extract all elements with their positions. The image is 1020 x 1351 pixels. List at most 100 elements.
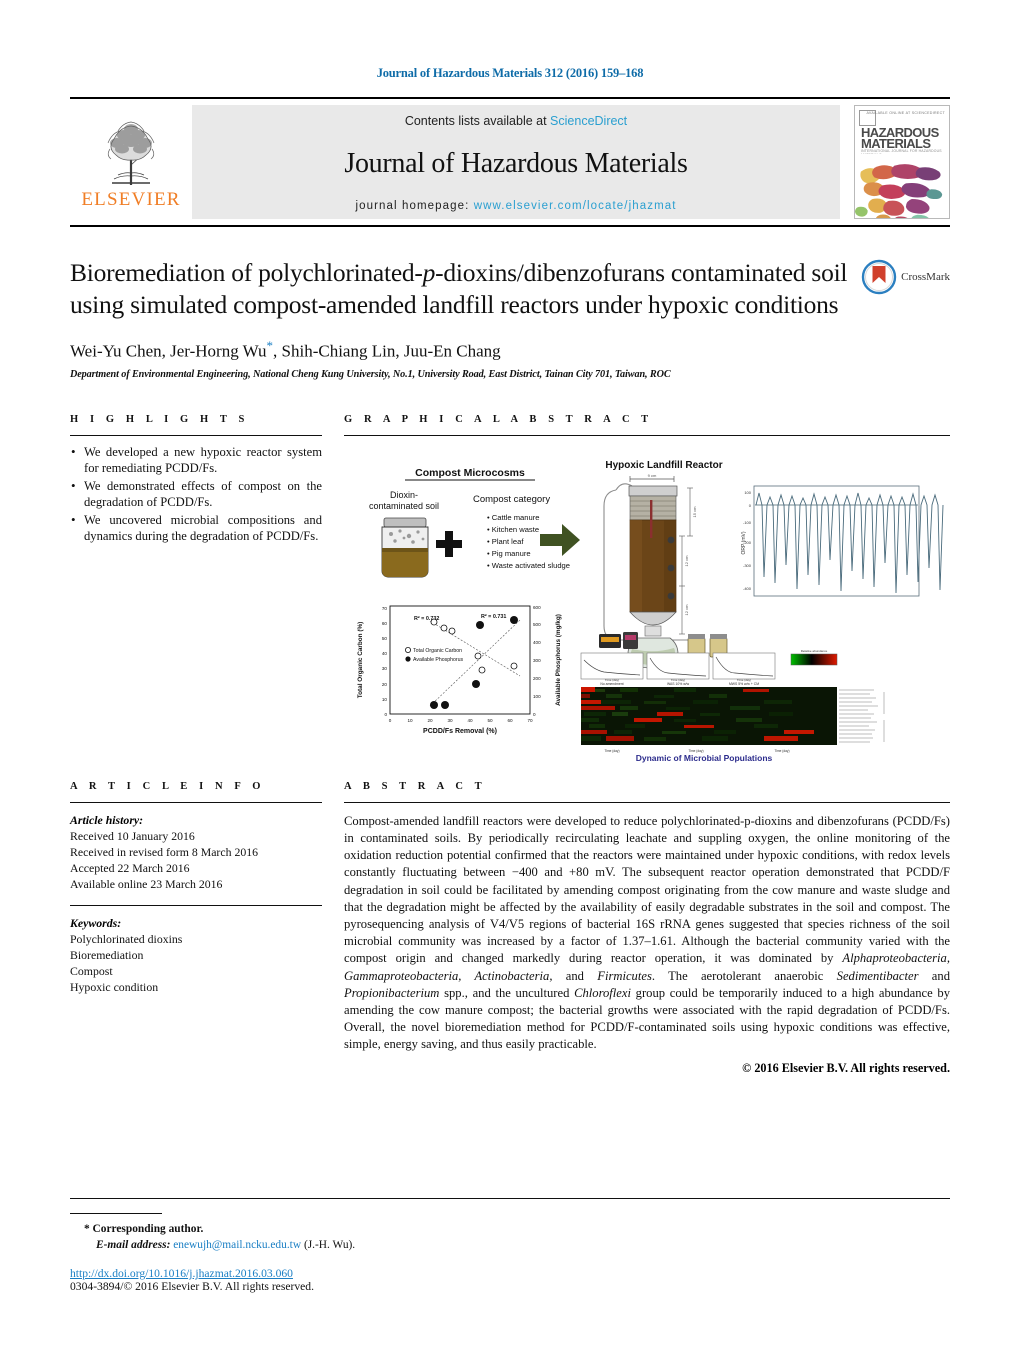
article-info-column: A R T I C L E I N F O Article history: R… <box>70 781 322 1076</box>
scatter-xtick: 70 <box>527 718 533 723</box>
keywords-title: Keywords: <box>70 916 122 931</box>
elsevier-wordmark: ELSEVIER <box>81 189 181 210</box>
abstract-italic-2: Firmicutes <box>597 968 652 983</box>
corresponding-note-text: * Corresponding author. <box>84 1222 204 1235</box>
scatter-xlabel: PCDD/Fs Removal (%) <box>423 728 497 735</box>
scatter-ytick-right: 400 <box>533 640 541 645</box>
graphical-abstract-heading: G R A P H I C A L A B S T R A C T <box>344 413 653 425</box>
heatmap-scale-label: Relative abundance <box>801 649 828 653</box>
compost-category-title: Compost category <box>473 494 550 505</box>
soil-jar-icon <box>381 517 429 578</box>
journal-masthead: ELSEVIER Contents lists available at Sci… <box>70 97 950 225</box>
heatmap-xlabel: Time (day) <box>774 749 789 753</box>
mini-panel-title: MWS 5% w/w + CM <box>729 682 759 686</box>
doi-link[interactable]: http://dx.doi.org/10.1016/j.jhazmat.2016… <box>70 1267 950 1280</box>
mini-panel-xlabel: Time (day) <box>605 678 619 682</box>
scatter-xtick: 0 <box>389 718 392 723</box>
footer-top-rule <box>70 1197 950 1199</box>
journal-cover-thumbnail: AVAILABLE ONLINE AT SCIENCEDIRECT HAZARD… <box>854 105 950 219</box>
elsevier-tree-icon <box>107 121 155 185</box>
author-affiliation: Department of Environmental Engineering,… <box>70 368 671 380</box>
abstract-column: A B S T R A C T Compost-amended landfill… <box>344 781 950 1076</box>
scatter-xtick: 20 <box>427 718 433 723</box>
graphical-abstract-figure: Compost Microcosms Dioxin- contaminated … <box>344 447 950 763</box>
abstract-part-5: spp., and the uncultured <box>439 985 575 1000</box>
scatter-ylabel-left: Total Organic Carbon (%) <box>357 622 364 699</box>
email-suffix: (J.-H. Wu). <box>303 1239 356 1252</box>
category-item: • Kitchen waste <box>487 525 539 534</box>
author-list: Wei-Yu Chen, Jer-Horng Wu*, Shih-Chiang … <box>70 338 950 362</box>
abstract-copyright: © 2016 Elsevier B.V. All rights reserved… <box>742 1060 950 1075</box>
scatter-r2-right: R² = 0.731 <box>481 614 506 620</box>
title-line-3: under hypoxic conditions <box>585 290 839 320</box>
reactor-dim-2: 12 cm <box>684 555 689 567</box>
title-part-2: -dioxins/dibenzofurans <box>435 258 665 287</box>
elsevier-logo: ELSEVIER <box>70 99 192 225</box>
masthead-bottom-rule <box>70 225 950 227</box>
article-history-block: Article history: Received 10 January 201… <box>70 813 322 892</box>
list-item: We demonstrated effects of compost on th… <box>70 478 322 511</box>
orp-tick: -400 <box>743 586 752 591</box>
title-italic-p: p <box>422 258 436 287</box>
list-item: We uncovered microbial compositions and … <box>70 512 322 545</box>
mini-panel-title: WAS 10% w/w <box>667 682 690 686</box>
email-label: E-mail address: <box>96 1239 171 1252</box>
abstract-heading: A B S T R A C T <box>344 780 487 792</box>
corresponding-author-note: * Corresponding author. <box>70 1221 950 1238</box>
author-names: Wei-Yu Chen, Jer-Horng Wu <box>70 341 267 361</box>
category-item: • Pig manure <box>487 549 531 558</box>
scatter-legend-item: Available Phosphorus <box>413 657 463 663</box>
abstract-part-1: Compost-amended landfill reactors were d… <box>344 813 950 966</box>
mini-panel-xlabel: Time (day) <box>737 678 751 682</box>
abstract-text: Compost-amended landfill reactors were d… <box>344 813 950 1054</box>
scatter-xtick: 40 <box>467 718 473 723</box>
scatter-xtick: 60 <box>507 718 513 723</box>
reactor-dim-1: 15 cm <box>692 506 697 518</box>
crossmark-badge[interactable]: CrossMark <box>861 259 950 295</box>
abstract-part-2: and <box>552 968 598 983</box>
highlights-column: H I G H L I G H T S We developed a new h… <box>70 414 322 763</box>
category-item: • Waste activated sludge <box>487 561 570 570</box>
graphical-abstract-rule <box>344 434 950 436</box>
article-info-heading: A R T I C L E I N F O <box>70 780 266 792</box>
keyword-item: Polychlorinated dioxins <box>70 932 183 947</box>
homepage-url-link[interactable]: www.elsevier.com/locate/jhazmat <box>474 200 677 212</box>
orp-tick: -200 <box>743 540 752 545</box>
scatter-ytick: 50 <box>382 636 388 641</box>
sciencedirect-link[interactable]: ScienceDirect <box>550 114 627 128</box>
scatter-ytick-right: 600 <box>533 605 541 610</box>
soil-label-line1: Dioxin- <box>390 490 418 500</box>
article-history-title: Article history: <box>70 812 144 827</box>
scatter-ytick-right: 0 <box>533 712 536 717</box>
article-info-rule <box>70 801 322 803</box>
soil-label-line2: contaminated soil <box>369 501 439 511</box>
title-block: CrossMark Bioremediation of polychlorina… <box>70 257 950 380</box>
masthead-center-band: Contents lists available at ScienceDirec… <box>192 105 840 219</box>
mini-panel-title: No amendment <box>600 682 623 686</box>
contents-prefix: Contents lists available at <box>404 114 551 128</box>
highlights-heading: H I G H L I G H T S <box>70 413 249 425</box>
scatter-ytick: 0 <box>384 712 387 717</box>
scatter-ytick: 10 <box>382 697 388 702</box>
article-history-item: Available online 23 March 2016 <box>70 877 223 891</box>
orp-tick: -100 <box>743 520 752 525</box>
scatter-xtick: 30 <box>447 718 453 723</box>
info-abstract-band: A R T I C L E I N F O Article history: R… <box>70 781 950 1076</box>
running-head: Journal of Hazardous Materials 312 (2016… <box>376 66 644 80</box>
abstract-italic-4: Propionibacterium <box>344 985 440 1000</box>
keywords-rule <box>70 905 322 907</box>
category-item: • Plant leaf <box>487 537 524 546</box>
keyword-item: Bioremediation <box>70 948 144 963</box>
scatter-ytick: 70 <box>382 606 388 611</box>
cover-corner-tag: AVAILABLE ONLINE AT SCIENCEDIRECT <box>866 111 945 115</box>
orp-chart: ORP (mV) 100 0 -100 -200 -300 -400 <box>741 485 944 597</box>
email-link[interactable]: enewujh@mail.ncku.edu.tw <box>173 1239 301 1251</box>
graphical-abstract-column: G R A P H I C A L A B S T R A C T Compos… <box>344 414 950 763</box>
reactor-dim-3: 12 cm <box>684 604 689 616</box>
category-item: • Cattle manure <box>487 513 539 522</box>
scatter-ytick-right: 500 <box>533 622 541 627</box>
scatter-xtick: 10 <box>407 718 413 723</box>
highlights-rule <box>70 434 322 436</box>
homepage-prefix: journal homepage: <box>355 200 474 212</box>
keyword-item: Compost <box>70 964 113 979</box>
